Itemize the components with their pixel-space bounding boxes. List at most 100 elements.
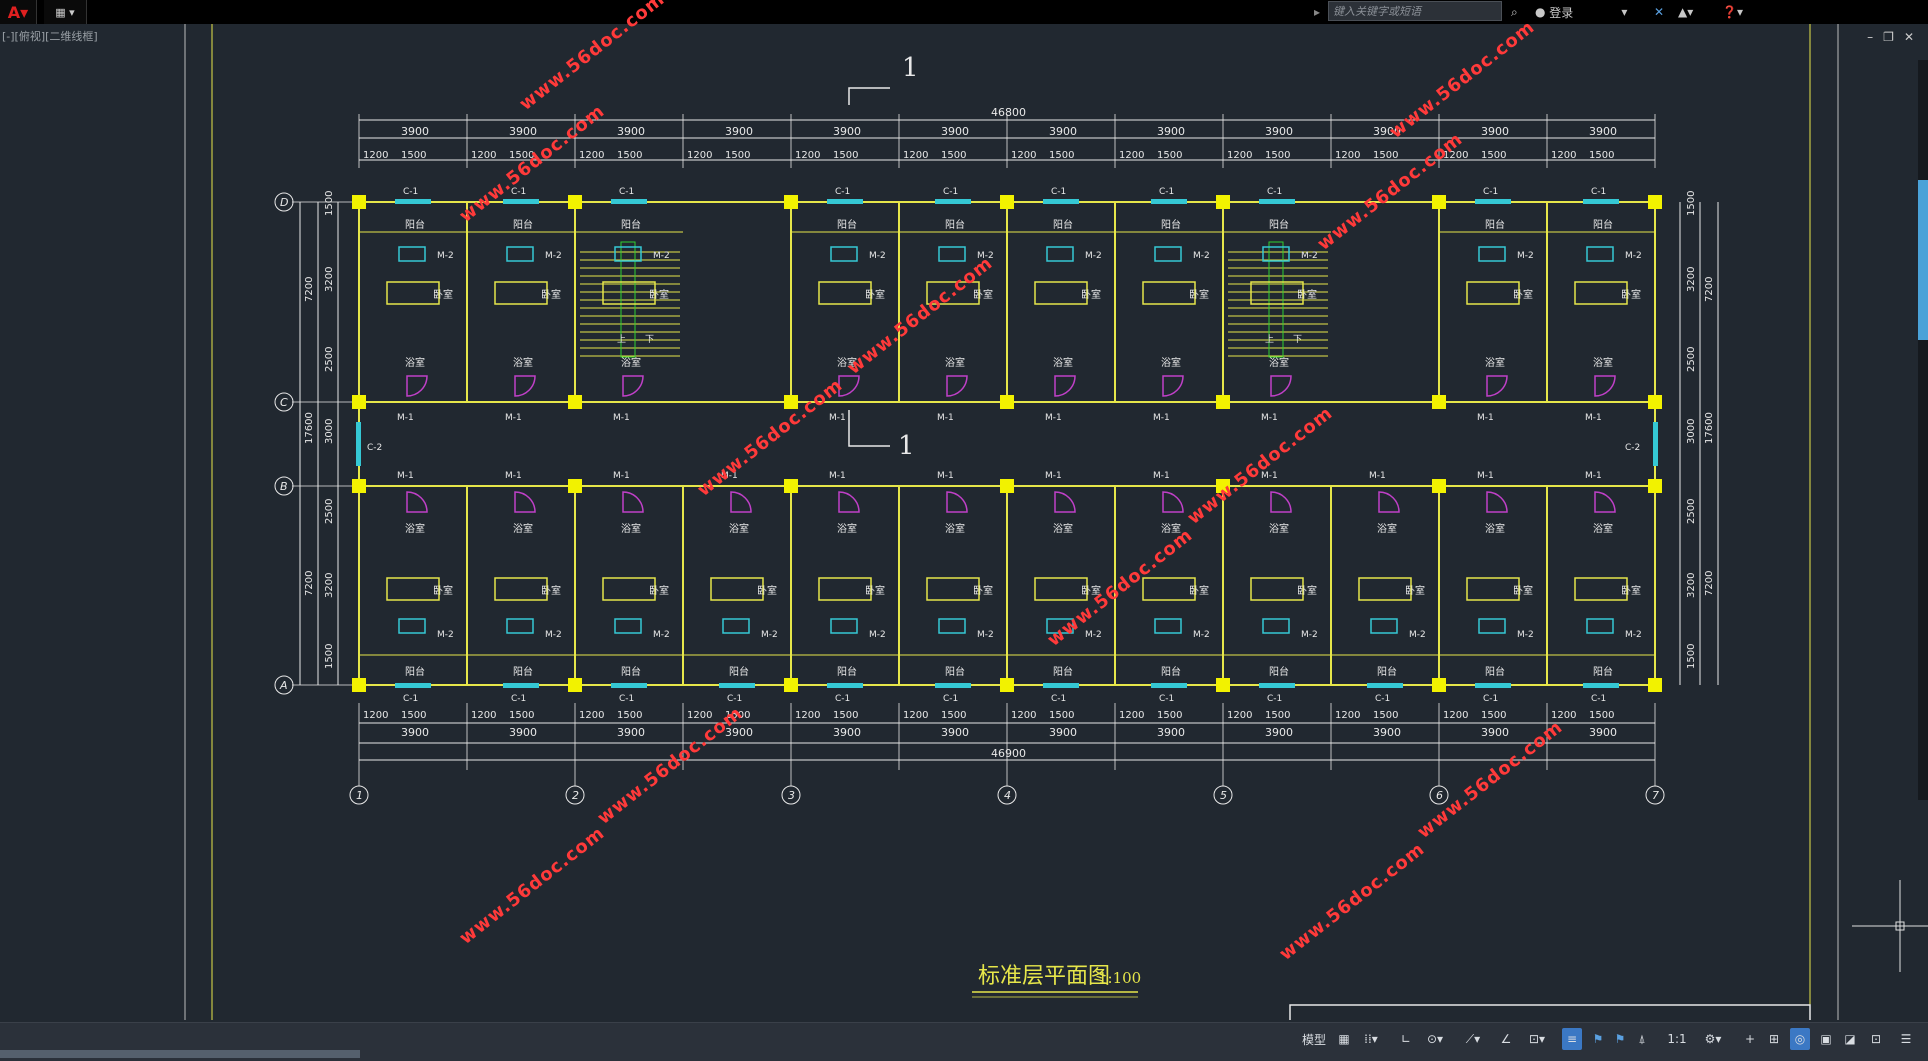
bath-label: 浴室 — [1269, 522, 1289, 535]
window-label: C-1 — [403, 694, 418, 704]
sub-dim: 1500 — [1481, 150, 1506, 161]
shower-fixture — [1486, 491, 1508, 513]
autocad-a-icon[interactable]: A▾ — [0, 0, 37, 24]
sub-dim: 1200 — [579, 710, 604, 721]
snap-icon[interactable]: ⁞⁞▾ — [1356, 1028, 1386, 1050]
column — [568, 395, 582, 409]
bay-dim: 3900 — [941, 726, 969, 739]
bath-label: 浴室 — [1053, 522, 1073, 535]
bedroom-label: 卧室 — [865, 288, 885, 301]
bed — [1466, 281, 1520, 305]
sub-dim: 1200 — [1011, 150, 1036, 161]
sub-dim: 1200 — [1551, 150, 1576, 161]
column — [1648, 678, 1662, 692]
drawing-scale: 1:100 — [1098, 969, 1141, 987]
vertical-scrollbar[interactable] — [1918, 60, 1928, 800]
bedroom-label: 卧室 — [973, 584, 993, 597]
dynamic-ucs-icon[interactable]: ⊡▾ — [1520, 1028, 1554, 1050]
horizontal-scrollbar[interactable] — [0, 1050, 360, 1058]
side-dim: 3200 — [324, 573, 335, 598]
door-label: M-2 — [869, 251, 886, 261]
fullscreen-icon[interactable]: ⊡ — [1866, 1028, 1886, 1050]
bedroom-label: 卧室 — [1405, 584, 1425, 597]
column — [1000, 678, 1014, 692]
login-button[interactable]: ● 登录 ▾ — [1535, 3, 1627, 21]
end-window — [1653, 422, 1658, 466]
desk-fixture — [1262, 618, 1290, 634]
column — [1432, 678, 1446, 692]
scale-dropdown[interactable]: 1:1 — [1660, 1028, 1694, 1050]
gear-icon[interactable]: ⚙▾ — [1698, 1028, 1728, 1050]
bedroom-label: 卧室 — [1081, 288, 1101, 301]
sub-dim: 1500 — [1373, 150, 1398, 161]
bed — [1466, 577, 1520, 601]
search-input[interactable]: 键入关键字或短语 — [1328, 1, 1502, 21]
drawing-canvas[interactable]: 上下上下阳台卧室浴室M-2M-1C-1阳台卧室浴室M-2M-1C-1阳台卧室浴室… — [0, 24, 1928, 1020]
bay-dim: 3900 — [1049, 726, 1077, 739]
isolate-icon[interactable]: ◎ — [1790, 1028, 1810, 1050]
annotation-scale-icon[interactable]: ⍋ — [1632, 1028, 1652, 1050]
binoculars-icon[interactable]: ⌕ — [1511, 3, 1518, 21]
shower-fixture — [1594, 491, 1616, 513]
bedroom-label: 卧室 — [757, 584, 777, 597]
sub-dim: 1200 — [795, 710, 820, 721]
column — [1216, 395, 1230, 409]
bedroom-label: 卧室 — [649, 288, 669, 301]
bed — [1250, 577, 1304, 601]
menu-icon[interactable]: ☰ — [1896, 1028, 1916, 1050]
auto-scale-icon[interactable]: ⚑ — [1610, 1028, 1630, 1050]
window — [395, 683, 431, 688]
hardware-icon[interactable]: ◪ — [1840, 1028, 1860, 1050]
plus-icon[interactable]: + — [1740, 1028, 1760, 1050]
ortho-icon[interactable]: ∟ — [1396, 1028, 1416, 1050]
quick-access-toolbar-button[interactable]: ▦ ▾ — [44, 0, 87, 24]
door-label: M-1 — [613, 413, 630, 423]
sub-dim: 1200 — [363, 150, 388, 161]
exchange-icon[interactable]: ✕ — [1654, 3, 1664, 21]
graphics-icon[interactable]: ▣ — [1816, 1028, 1836, 1050]
column — [352, 395, 366, 409]
bedroom-label: 卧室 — [649, 584, 669, 597]
column — [1000, 195, 1014, 209]
bath-label: 浴室 — [405, 356, 425, 369]
osnap-icon[interactable]: ⟋▾ — [1458, 1028, 1488, 1050]
bedroom-label: 卧室 — [1513, 288, 1533, 301]
search-expand-icon[interactable]: ▸ — [1314, 3, 1320, 21]
window — [1475, 683, 1511, 688]
end-window-label: C-2 — [1625, 443, 1640, 453]
bed — [926, 577, 980, 601]
door-label: M-2 — [437, 630, 454, 640]
section-mark-line — [848, 87, 890, 105]
window — [1151, 199, 1187, 204]
balcony-label: 阳台 — [1053, 665, 1073, 678]
otrack-icon[interactable]: ∠ — [1496, 1028, 1516, 1050]
model-tab-button[interactable]: 模型 — [1298, 1028, 1330, 1050]
units-icon[interactable]: ⊞ — [1764, 1028, 1784, 1050]
door-label: M-1 — [397, 471, 414, 481]
help-icon[interactable]: ❓▾ — [1722, 3, 1743, 21]
door-label: M-2 — [761, 630, 778, 640]
a360-icon[interactable]: ▲▾ — [1678, 3, 1693, 21]
sub-dim: 1500 — [1589, 150, 1614, 161]
annotation-visibility-icon[interactable]: ⚑ — [1588, 1028, 1608, 1050]
bay-dim: 3900 — [509, 726, 537, 739]
scroll-thumb[interactable] — [1918, 180, 1928, 340]
bedroom-label: 卧室 — [1297, 584, 1317, 597]
bay-dim: 3900 — [509, 125, 537, 138]
grid-icon[interactable]: ▦ — [1334, 1028, 1354, 1050]
desk-fixture — [830, 618, 858, 634]
lineweight-icon[interactable]: ≡ — [1562, 1028, 1582, 1050]
door-label: M-1 — [505, 413, 522, 423]
bedroom-label: 卧室 — [1621, 584, 1641, 597]
bay-dim: 3900 — [1481, 125, 1509, 138]
door-label: M-1 — [613, 471, 630, 481]
window-label: C-1 — [835, 187, 850, 197]
window — [1151, 683, 1187, 688]
bath-label: 浴室 — [837, 522, 857, 535]
stair-down-label: 下 — [1293, 335, 1302, 345]
shower-fixture — [1270, 375, 1292, 397]
bedroom-label: 卧室 — [1513, 584, 1533, 597]
window-label: C-1 — [619, 187, 634, 197]
polar-icon[interactable]: ⊙▾ — [1420, 1028, 1450, 1050]
title-bar: A▾ ▦ ▾ ▸ 键入关键字或短语 ⌕ ● 登录 ▾ ✕ ▲▾ ❓▾ — [0, 0, 1928, 24]
